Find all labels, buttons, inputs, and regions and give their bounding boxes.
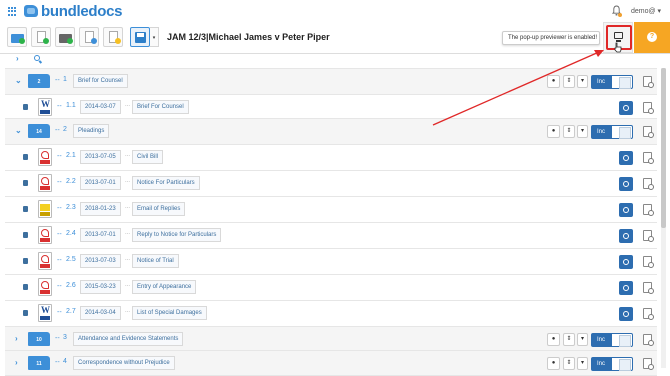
annotation-arrow: [432, 50, 604, 126]
